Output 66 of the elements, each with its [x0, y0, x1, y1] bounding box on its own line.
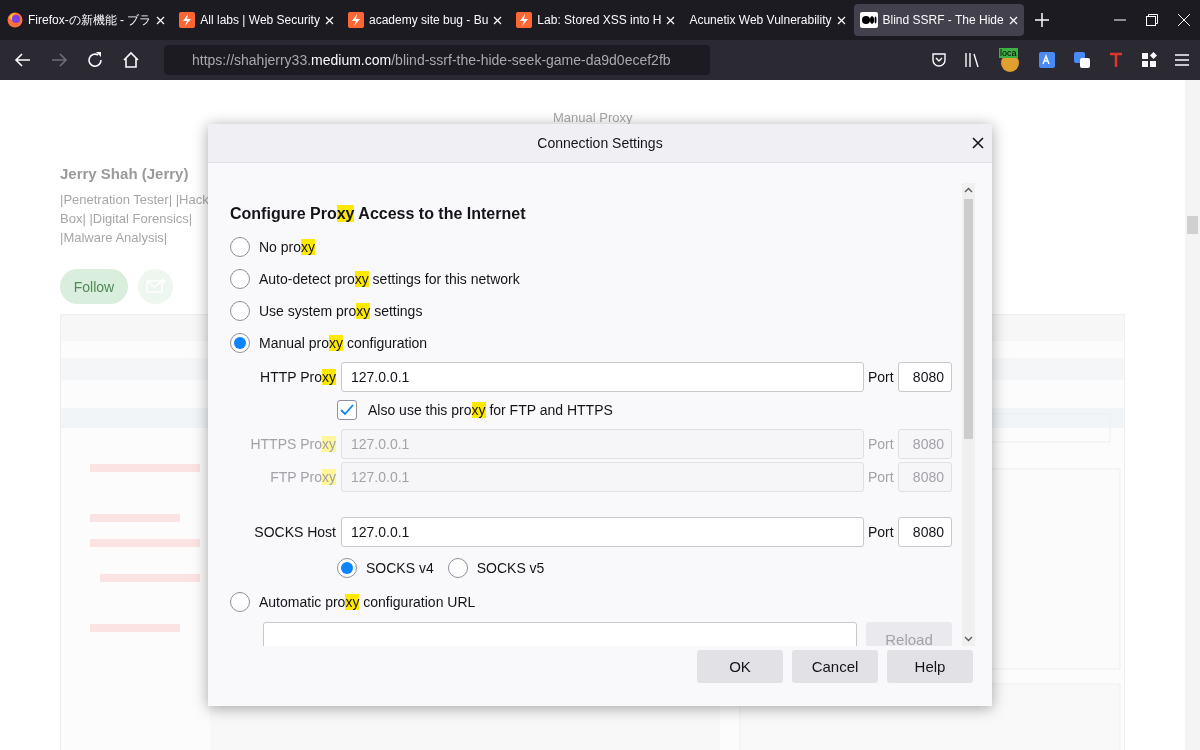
- address-bar[interactable]: https://shahjerry33.medium.com/blind-ssrf-the-hide-seek-game-da9d0ecef2fb: [164, 45, 710, 75]
- field-label: HTTP Proxy: [259, 369, 337, 385]
- radio-button[interactable]: [230, 301, 250, 321]
- author-name: Jerry Shah (Jerry): [60, 165, 189, 182]
- pocket-icon[interactable]: [931, 52, 947, 68]
- restore-icon[interactable]: [1146, 14, 1158, 26]
- radio-button[interactable]: [230, 269, 250, 289]
- option-label: Auto-detect proxy settings for this network: [259, 271, 520, 287]
- port-label: Port: [867, 524, 895, 540]
- scroll-up-icon[interactable]: [964, 187, 973, 193]
- checkbox-label: Also use this proxy for FTP and HTTPS: [368, 402, 613, 418]
- extensions-icon[interactable]: [1141, 52, 1157, 68]
- translate-icon[interactable]: [1038, 51, 1056, 69]
- reload-icon[interactable]: [86, 51, 104, 69]
- image-caption: Manual Proxy: [553, 110, 633, 125]
- browser-tab[interactable]: academy site bug - Bu: [341, 4, 509, 36]
- radio-button[interactable]: [337, 558, 357, 578]
- home-icon[interactable]: [122, 51, 140, 69]
- port-label: Port: [867, 469, 895, 485]
- port-field[interactable]: 8080: [898, 362, 952, 392]
- author-bio: Box| |Digital Forensics|: [60, 210, 193, 228]
- dots-logo-icon: [859, 12, 878, 28]
- scrollbar-thumb[interactable]: [964, 199, 973, 439]
- radio-button[interactable]: [230, 592, 250, 612]
- input-field[interactable]: [263, 622, 857, 646]
- checkbox[interactable]: [337, 400, 357, 420]
- port-label: Port: [867, 369, 895, 385]
- url-text: https://shahjerry33.medium.com/blind-ssrf-the-hide-seek-game-da9d0ecef2fb: [192, 52, 671, 68]
- radio-button[interactable]: [447, 558, 468, 578]
- input-field[interactable]: 127.0.0.1: [341, 362, 864, 392]
- dialog-title: Connection Settings: [537, 135, 663, 151]
- input-field[interactable]: 127.0.0.1: [341, 517, 864, 547]
- lightning-icon: [516, 12, 533, 28]
- close-icon[interactable]: [972, 137, 984, 149]
- browser-tab[interactable]: All labs | Web Security: [173, 4, 340, 36]
- lightning-icon: [179, 12, 196, 28]
- browser-tab[interactable]: Firefox-の新機能 - ブラ: [1, 4, 172, 36]
- section-heading: Configure Proxy Access to the Internet: [230, 205, 527, 223]
- library-icon[interactable]: [964, 52, 982, 68]
- text-icon[interactable]: [1108, 52, 1124, 68]
- lightning-icon: [347, 12, 364, 28]
- option-label: SOCKS v5: [476, 560, 545, 576]
- author-bio: |Malware Analysis|: [60, 229, 168, 247]
- translate-icon[interactable]: [1073, 51, 1091, 69]
- menu-icon[interactable]: [1174, 53, 1190, 67]
- field-label: FTP Proxy: [269, 469, 337, 485]
- check-icon: [340, 404, 354, 416]
- author-bio: |Penetration Tester| |Hack: [60, 191, 209, 209]
- browser-tab[interactable]: Acunetix Web Vulnerability: [683, 4, 852, 36]
- new-tab-icon[interactable]: [1034, 13, 1049, 27]
- radio-button[interactable]: [230, 237, 250, 257]
- browser-tab[interactable]: Blind SSRF - The Hide: [853, 4, 1024, 36]
- dialog-button[interactable]: Help: [887, 650, 973, 683]
- port-label: Port: [867, 436, 895, 452]
- scroll-down-icon[interactable]: [964, 636, 973, 642]
- dialog-button[interactable]: OK: [697, 650, 783, 683]
- browser-tab[interactable]: Lab: Stored XSS into H: [510, 4, 682, 36]
- option-label: SOCKS v4: [366, 560, 434, 576]
- dialog-button[interactable]: Cancel: [792, 650, 878, 683]
- radio-button[interactable]: [230, 333, 250, 353]
- field-label: SOCKS Host: [253, 524, 337, 540]
- port-field[interactable]: 8080: [898, 517, 952, 547]
- back-icon[interactable]: [14, 51, 32, 69]
- field-label: HTTPS Proxy: [249, 436, 337, 452]
- browser-logo-icon: [7, 12, 23, 28]
- scrollbar-thumb[interactable]: [1187, 216, 1198, 234]
